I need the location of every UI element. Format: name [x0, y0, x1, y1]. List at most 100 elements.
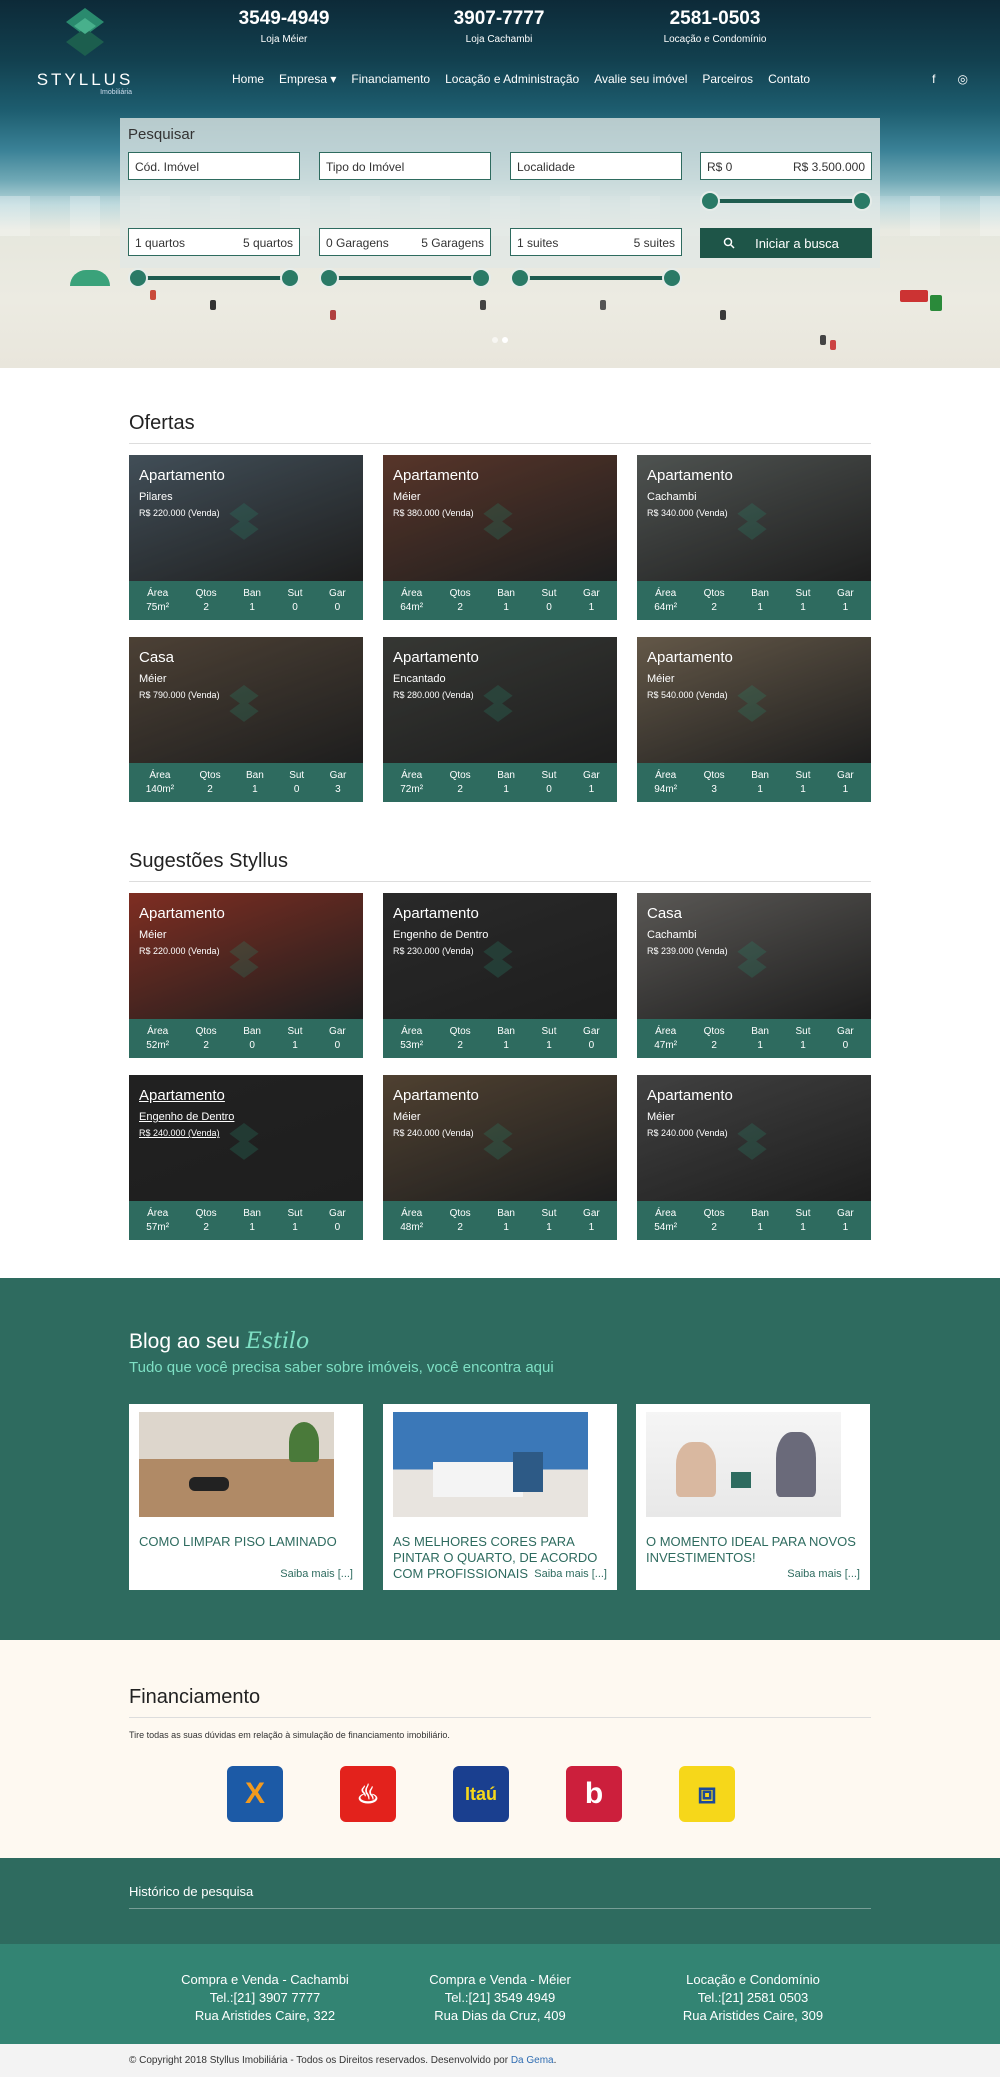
suites-slider-min-handle[interactable]: [510, 268, 530, 288]
spec-banheiros: Ban 0: [243, 1025, 261, 1058]
spec-area: Área 48m²: [400, 1207, 423, 1240]
blog-post[interactable]: COMO LIMPAR PISO LAMINADO Saiba mais [..…: [129, 1404, 363, 1590]
suites-slider[interactable]: [510, 268, 682, 288]
garagens-slider[interactable]: [319, 268, 491, 288]
spec-banheiros: Ban 1: [243, 587, 261, 620]
spec-value: 47m²: [654, 1040, 678, 1051]
spec-suites: Sut 1: [542, 1025, 557, 1058]
spec-value: 0: [546, 784, 552, 795]
spec-label: Qtos: [703, 588, 725, 599]
santander-logo[interactable]: ♨: [340, 1766, 396, 1822]
nav-avalie[interactable]: Avalie seu imóvel: [594, 70, 687, 88]
carousel-dot-active[interactable]: [502, 337, 508, 343]
carousel-dot[interactable]: [492, 337, 498, 343]
spec-area: Área 57m²: [146, 1207, 169, 1240]
spec-garagem: Gar 1: [583, 587, 600, 620]
blog-post-more-link[interactable]: Saiba mais [...]: [280, 1568, 353, 1580]
property-card[interactable]: Casa Méier R$ 790.000 (Venda) Área 140m² Qtos…: [129, 637, 363, 802]
nav-parceiros[interactable]: Parceiros: [702, 70, 753, 88]
suites-slider-max-handle[interactable]: [662, 268, 682, 288]
property-location: Engenho de Dentro: [139, 1111, 235, 1123]
store-address: Rua Aristides Caire, 322: [194, 2008, 336, 2023]
nav-locacao[interactable]: Locação e Administração: [445, 70, 579, 88]
property-card[interactable]: Apartamento Encantado R$ 280.000 (Venda) Ár…: [383, 637, 617, 802]
nav-empresa[interactable]: Empresa ▾: [279, 70, 336, 88]
property-card[interactable]: Apartamento Méier R$ 540.000 (Venda) Área 94…: [637, 637, 871, 802]
bradesco-logo[interactable]: b: [566, 1766, 622, 1822]
garagens-slider-min-handle[interactable]: [319, 268, 339, 288]
phone-cachambi[interactable]: 3907-7777 Loja Cachambi: [424, 8, 574, 45]
garagens-slider-max-handle[interactable]: [471, 268, 491, 288]
price-slider-max-handle[interactable]: [852, 191, 872, 211]
blog-post-more-link[interactable]: Saiba mais [...]: [534, 1568, 607, 1580]
spec-label: Qtos: [199, 770, 221, 781]
hero-banner: STYLLUS Imobiliária 3549-4949 Loja Méier…: [0, 0, 1000, 368]
itau-logo[interactable]: Itaú: [453, 1766, 509, 1822]
blog-post[interactable]: O MOMENTO IDEAL PARA NOVOS INVESTIMENTOS…: [636, 1404, 870, 1590]
suites-range-display: 1 suites 5 suites: [510, 228, 682, 256]
spec-area: Área 140m²: [146, 769, 174, 802]
caixa-logo[interactable]: X: [227, 1766, 283, 1822]
cod-imovel-input[interactable]: Cód. Imóvel: [128, 152, 300, 180]
property-price: R$ 220.000 (Venda): [139, 508, 220, 518]
store-tel[interactable]: Tel.:[21] 3549 4949: [385, 1989, 615, 2007]
spec-label: Qtos: [449, 1026, 471, 1037]
spec-label: Ban: [751, 588, 769, 599]
price-slider[interactable]: [700, 191, 872, 211]
property-card[interactable]: Apartamento Méier R$ 380.000 (Venda) Área 64…: [383, 455, 617, 620]
social-links: f ◎: [932, 72, 968, 86]
spec-value: 75m²: [146, 602, 170, 613]
property-card[interactable]: Casa Cachambi R$ 239.000 (Venda) Área 47m² Qt…: [637, 893, 871, 1058]
localidade-select[interactable]: Localidade: [510, 152, 682, 180]
store-tel[interactable]: Tel.:[21] 3907 7777: [150, 1989, 380, 2007]
spec-label: Área: [147, 1208, 169, 1219]
spec-label: Sut: [795, 1208, 811, 1219]
property-card[interactable]: Apartamento Méier R$ 240.000 (Venda) Área 48…: [383, 1075, 617, 1240]
spec-value: 1: [588, 1222, 595, 1233]
watermark-icon: [229, 503, 259, 540]
search-button[interactable]: Iniciar a busca: [700, 228, 872, 258]
property-card[interactable]: Apartamento Engenho de Dentro R$ 230.000 (…: [383, 893, 617, 1058]
store-tel[interactable]: Tel.:[21] 2581 0503: [638, 1989, 868, 2007]
quartos-slider[interactable]: [128, 268, 300, 288]
spec-value: 0: [842, 1040, 849, 1051]
blog-post[interactable]: AS MELHORES CORES PARA PINTAR O QUARTO, …: [383, 1404, 617, 1590]
historico-title[interactable]: Histórico de pesquisa: [129, 1884, 253, 1899]
spec-value: 1: [842, 1222, 849, 1233]
nav-contato[interactable]: Contato: [768, 70, 810, 88]
quartos-slider-min-handle[interactable]: [128, 268, 148, 288]
phone-meier[interactable]: 3549-4949 Loja Méier: [209, 8, 359, 45]
nav-financiamento[interactable]: Financiamento: [351, 70, 430, 88]
localidade-placeholder: Localidade: [517, 160, 576, 174]
facebook-icon[interactable]: f: [932, 72, 935, 86]
property-type: Casa: [139, 649, 175, 666]
property-card[interactable]: Apartamento Méier R$ 220.000 (Venda) Área 52…: [129, 893, 363, 1058]
property-card[interactable]: Apartamento Cachambi R$ 340.000 (Venda) Áre…: [637, 455, 871, 620]
property-card[interactable]: Apartamento Engenho de Dentro R$ 240.000 (…: [129, 1075, 363, 1240]
financiamento-section: Financiamento Tire todas as suas dúvidas…: [0, 1640, 1000, 1858]
phone-locacao[interactable]: 2581-0503 Locação e Condomínio: [640, 8, 790, 45]
spec-garagem: Gar 1: [583, 769, 600, 802]
spec-label: Sut: [541, 770, 557, 781]
blog-post-title[interactable]: O MOMENTO IDEAL PARA NOVOS INVESTIMENTOS…: [646, 1534, 861, 1566]
blog-post-more-link[interactable]: Saiba mais [...]: [787, 1568, 860, 1580]
instagram-icon[interactable]: ◎: [958, 72, 968, 86]
price-slider-min-handle[interactable]: [700, 191, 720, 211]
store-address: Rua Aristides Caire, 309: [682, 2008, 824, 2023]
spec-suites: Sut 1: [288, 1025, 303, 1058]
property-card[interactable]: Apartamento Méier R$ 240.000 (Venda) Área 54…: [637, 1075, 871, 1240]
spec-value: 2: [203, 602, 209, 613]
spec-label: Sut: [289, 770, 305, 781]
quartos-slider-max-handle[interactable]: [280, 268, 300, 288]
styllus-logo[interactable]: STYLLUS Imobiliária: [30, 8, 140, 96]
nav-home[interactable]: Home: [232, 70, 264, 88]
spec-area: Área 94m²: [654, 769, 677, 802]
developer-link[interactable]: Da Gema: [511, 2055, 554, 2066]
tipo-imovel-select[interactable]: Tipo do Imóvel: [319, 152, 491, 180]
suites-min: 1 suites: [517, 236, 559, 250]
spec-label: Gar: [583, 770, 600, 781]
spec-value: 0: [334, 1040, 341, 1051]
banco-do-brasil-logo[interactable]: ⧈: [679, 1766, 735, 1822]
property-card[interactable]: Apartamento Pilares R$ 220.000 (Venda) Área…: [129, 455, 363, 620]
blog-post-title[interactable]: COMO LIMPAR PISO LAMINADO: [139, 1534, 354, 1550]
